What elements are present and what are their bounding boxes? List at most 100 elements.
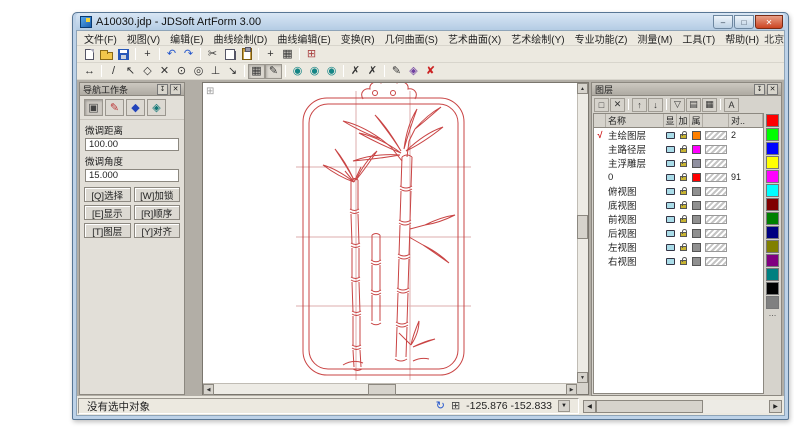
menu-help[interactable]: 帮助(H) [720,31,764,46]
palette-color[interactable] [766,142,779,155]
maximize-button[interactable]: □ [734,15,754,29]
layer-lock-icon[interactable] [677,187,690,195]
layer-visibility-icon[interactable] [664,202,677,209]
layers-panel-titlebar[interactable]: 图层 ↧ ✕ [592,83,781,96]
nav-tool-node-button[interactable]: ◆ [126,99,145,116]
close-button[interactable]: ✕ [755,15,783,29]
palette-color[interactable] [766,198,779,211]
palette-more-button[interactable]: … [769,310,777,318]
layer-color-swatch[interactable] [690,243,703,252]
offset-button[interactable]: ↘ [224,64,241,79]
drawing-canvas[interactable]: ⊞ [202,82,589,395]
delete-all-button[interactable]: ✘ [422,64,439,79]
status-dropdown-button[interactable]: ▼ [558,400,570,412]
layer-mode-button[interactable]: [T]图层 [84,223,131,238]
palette-color[interactable] [766,184,779,197]
menu-art-surface[interactable]: 艺术曲面(X) [443,31,506,46]
nav-tool-select-button[interactable]: ▣ [84,99,103,116]
scroll-down-icon[interactable]: ▼ [577,372,588,383]
sketch-mode-button[interactable]: ✎ [265,64,282,79]
nudge-distance-input[interactable]: 100.00 [85,138,179,151]
layer-visibility-icon[interactable] [664,146,677,153]
layer-lock-icon[interactable] [677,229,690,237]
paste-special-button[interactable]: + [139,47,156,62]
scroll-track[interactable] [596,400,769,413]
scroll-right-icon[interactable]: ▶ [566,384,577,395]
layer-row-main-draw[interactable]: √ 主绘图层 2 [594,128,763,142]
layer-lock-icon[interactable] [677,173,690,181]
layer-lock-icon[interactable] [677,201,690,209]
erase-plus-button[interactable]: ✗ [364,64,381,79]
redo-button[interactable]: ↷ [180,47,197,62]
refresh-icon[interactable]: ↻ [436,401,445,412]
shaded-view-3-button[interactable]: ◉ [323,64,340,79]
layer-color-swatch[interactable] [690,229,703,238]
lock-mode-button[interactable]: [W]加锁 [134,187,181,202]
close-icon[interactable]: ✕ [767,84,778,95]
layer-row-top-view[interactable]: 俯视图 [594,184,763,198]
layer-row-bottom-view[interactable]: 底视图 [594,198,763,212]
scroll-thumb[interactable] [596,400,703,413]
layer-lock-icon[interactable] [677,215,690,223]
layer-visibility-icon[interactable] [664,188,677,195]
paste-button[interactable] [238,47,255,62]
show-all-layers-button[interactable]: ▤ [686,98,701,112]
palette-color[interactable] [766,212,779,225]
layer-row-0[interactable]: 0 91 [594,170,763,184]
layer-row-main-path[interactable]: 主路径层 [594,142,763,156]
align-mode-button[interactable]: [Y]对齐 [134,223,181,238]
new-file-button[interactable] [81,47,98,62]
layer-visibility-icon[interactable] [664,244,677,251]
layer-row-left-view[interactable]: 左视图 [594,240,763,254]
shaded-view-2-button[interactable]: ◉ [306,64,323,79]
scroll-right-icon[interactable]: ▶ [769,400,782,413]
layer-lock-icon[interactable] [677,257,690,265]
select-tool-button[interactable]: ↖ [122,64,139,79]
menu-file[interactable]: 文件(F) [79,31,122,46]
palette-color[interactable] [766,156,779,169]
circle-tool-button[interactable]: ⊙ [173,64,190,79]
scroll-left-icon[interactable]: ◀ [583,400,596,413]
nav-tool-draw-button[interactable]: ✎ [105,99,124,116]
menu-edit[interactable]: 编辑(E) [165,31,208,46]
rename-layer-button[interactable]: A [724,98,739,112]
palette-color[interactable] [766,268,779,281]
pen-button[interactable]: ✎ [388,64,405,79]
ellipse-tool-button[interactable]: ◎ [190,64,207,79]
copy-button[interactable] [221,47,238,62]
pin-icon[interactable]: ↧ [157,84,168,95]
layer-lock-icon[interactable] [677,243,690,251]
horizontal-scroll-thumb[interactable] [368,384,396,395]
palette-color[interactable] [766,114,779,127]
undo-button[interactable]: ↶ [163,47,180,62]
layer-row-front-view[interactable]: 前视图 [594,212,763,226]
locate-icon[interactable]: ⊞ [451,401,460,412]
node-edit-button[interactable]: ◇ [139,64,156,79]
palette-color[interactable] [766,254,779,267]
save-file-button[interactable] [115,47,132,62]
crosshair-button[interactable]: + [262,47,279,62]
layer-visibility-icon[interactable] [664,230,677,237]
nav-tool-layer-button[interactable]: ◈ [147,99,166,116]
menu-geometry-surface[interactable]: 几何曲面(S) [380,31,443,46]
layer-lock-icon[interactable] [677,159,690,167]
layer-color-swatch[interactable] [690,145,703,154]
scroll-left-icon[interactable]: ◀ [203,384,214,395]
palette-color[interactable] [766,240,779,253]
layer-lock-icon[interactable] [677,131,690,139]
select-layer-objects-button[interactable]: ▦ [702,98,717,112]
select-mode-button[interactable]: [Q]选择 [84,187,131,202]
minimize-button[interactable]: – [713,15,733,29]
shaded-view-1-button[interactable]: ◉ [289,64,306,79]
nudge-angle-input[interactable]: 15.000 [85,169,179,182]
menu-curve-edit[interactable]: 曲线编辑(E) [272,31,335,46]
layer-color-swatch[interactable] [690,187,703,196]
layers-panel-horizontal-scrollbar[interactable]: ◀ ▶ [581,396,784,415]
canvas-vertical-scrollbar[interactable]: ▲ ▼ [577,83,588,383]
layer-color-swatch[interactable] [690,131,703,140]
layer-visibility-icon[interactable] [664,132,677,139]
vertical-scroll-thumb[interactable] [577,215,588,239]
menu-pro-functions[interactable]: 专业功能(Z) [570,31,633,46]
menu-view[interactable]: 视图(V) [122,31,165,46]
palette-color[interactable] [766,128,779,141]
